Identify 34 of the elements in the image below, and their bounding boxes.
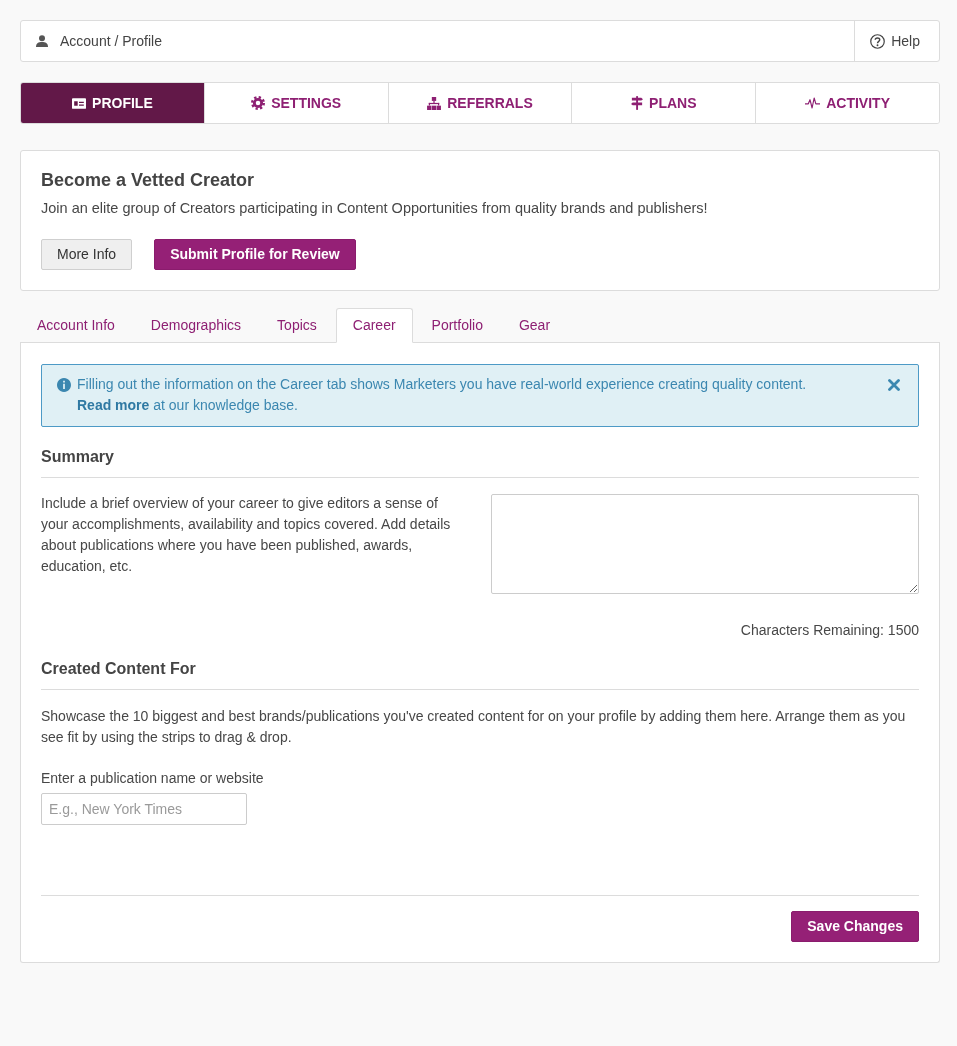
breadcrumb-path: Account / Profile <box>60 31 162 51</box>
submit-review-button[interactable]: Submit Profile for Review <box>154 239 356 270</box>
field-label: Enter a publication name or website <box>41 769 264 788</box>
person-icon <box>36 35 48 47</box>
signpost-icon <box>631 96 644 110</box>
publication-input[interactable]: E.g., New York Times <box>41 793 247 825</box>
section-tab[interactable]: Portfolio <box>414 308 500 343</box>
info-icon <box>57 378 71 392</box>
help-icon <box>870 33 886 49</box>
section-tab[interactable]: Gear <box>501 308 568 343</box>
card-title: Become a Vetted Creator <box>41 170 255 190</box>
alert-message: Filling out the information on the Career tab shows Marketers you have real-world experience creating quality content. Read more at our knowledge base. <box>77 375 807 415</box>
main-nav-tab[interactable]: PROFILE <box>21 83 204 123</box>
hierarchy-icon <box>427 96 442 110</box>
help-button[interactable]: Help <box>854 21 939 61</box>
save-button[interactable]: Save Changes <box>791 911 919 942</box>
section-tab[interactable]: Topics <box>260 308 334 343</box>
close-icon <box>888 379 900 391</box>
section-heading: Created Content For <box>41 659 196 679</box>
more-info-button[interactable]: More Info <box>41 239 133 270</box>
characters-remaining: Characters Remaining: 1500 <box>740 621 919 640</box>
card-description: Join an elite group of Creators participating in Content Opportunities from quality brands and publishers! <box>41 199 708 218</box>
section-heading: Summary <box>41 447 114 467</box>
main-nav-tab[interactable]: ACTIVITY <box>755 83 939 123</box>
section-tab[interactable]: Career <box>335 308 413 343</box>
created-content-description: Showcase the 10 biggest and best brands/publications you've created content for on your profile by adding them here. Arrange them as you see fit by using the strips to drag & drop. <box>41 707 907 747</box>
close-button[interactable] <box>888 379 900 391</box>
pulse-icon <box>805 97 821 109</box>
section-tab[interactable]: Demographics <box>133 308 259 343</box>
summary-description: Include a brief overview of your career to give editors a sense of your accomplishments, availability and topics covered. Add details about publications where you have been published, awards, education, etc. <box>41 494 452 576</box>
gear-icon <box>251 96 266 110</box>
read-more-link[interactable]: Read more <box>77 397 150 413</box>
section-tab[interactable]: Account Info <box>20 308 132 343</box>
id-card-icon <box>72 97 87 109</box>
